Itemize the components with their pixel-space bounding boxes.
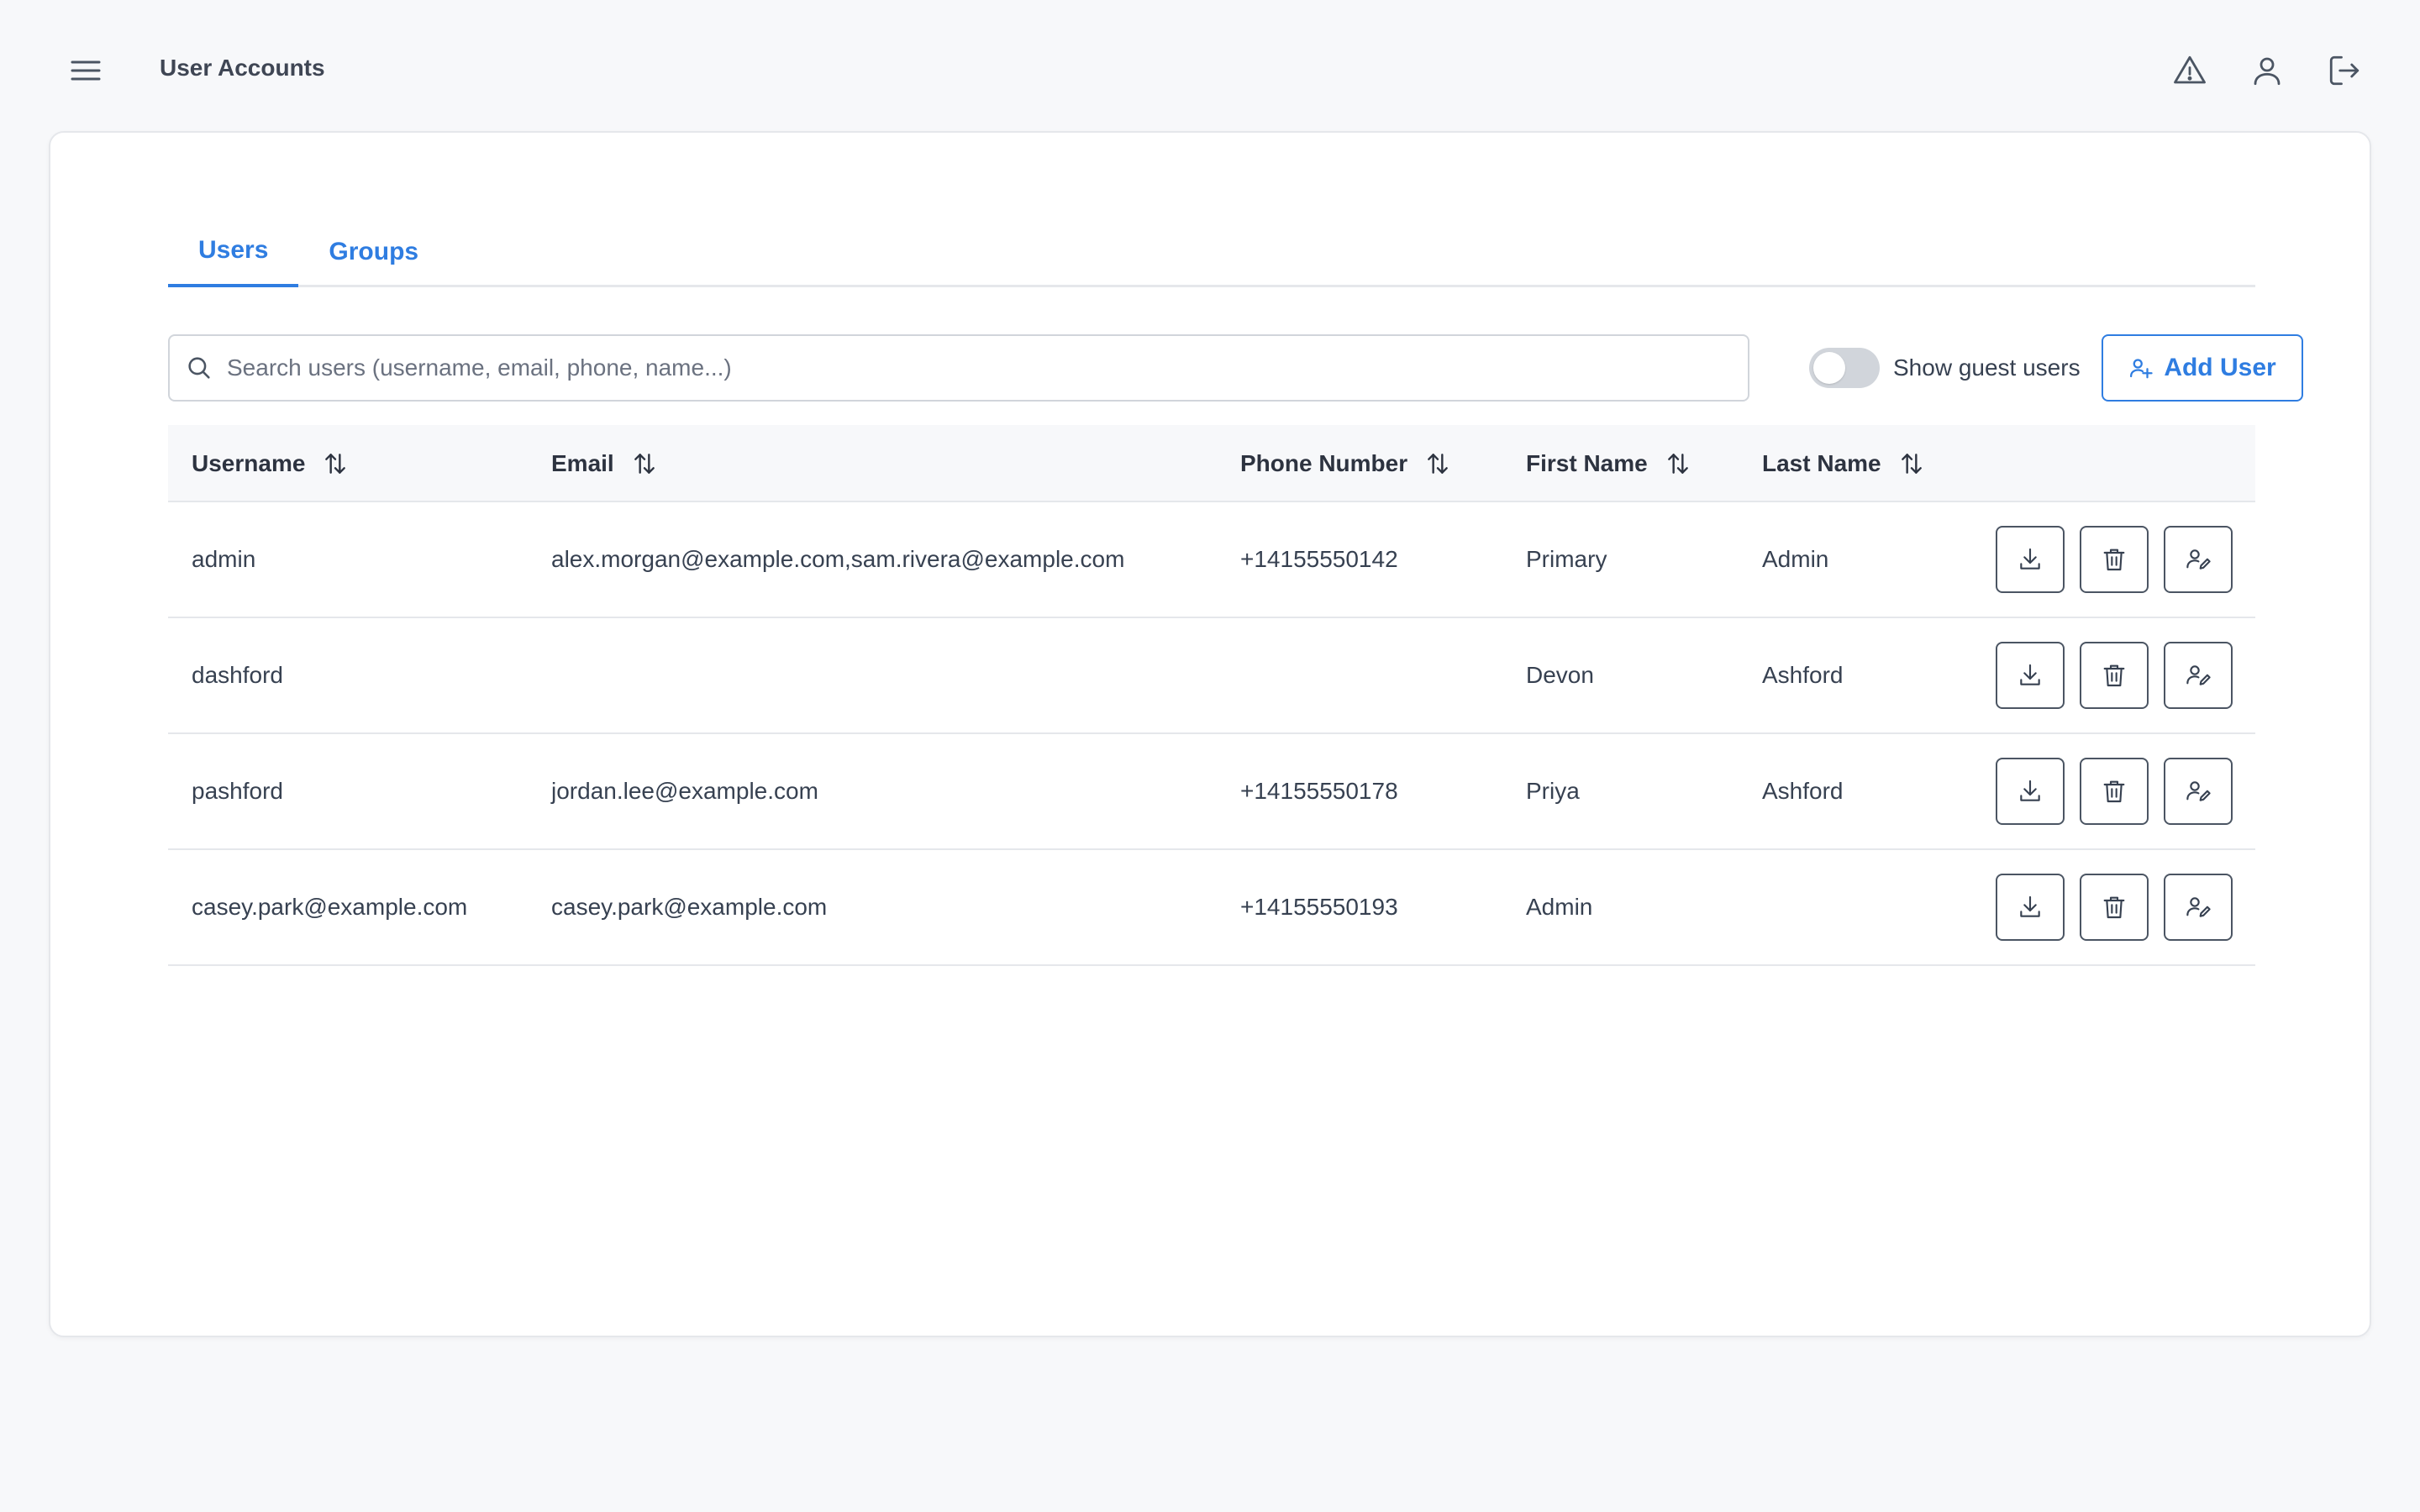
add-user-label: Add User <box>2164 354 2275 382</box>
edit-user-icon <box>2185 662 2212 689</box>
row-actions <box>1996 758 2233 825</box>
column-label: Phone Number <box>1240 450 1407 477</box>
table-row: admin alex.morgan@example.com,sam.rivera… <box>168 502 2255 618</box>
logout-button[interactable] <box>2323 49 2366 92</box>
delete-button[interactable] <box>2080 758 2149 825</box>
cell-username: admin <box>192 502 255 617</box>
cell-last-name: Ashford <box>1762 618 1844 732</box>
table-row: casey.park@example.com casey.park@exampl… <box>168 850 2255 966</box>
add-user-button[interactable]: Add User <box>2102 334 2303 402</box>
column-label: Last Name <box>1762 450 1881 477</box>
cell-email: casey.park@example.com <box>551 850 827 964</box>
show-guest-users-label: Show guest users <box>1893 354 2081 381</box>
menu-icon <box>71 59 101 82</box>
download-button[interactable] <box>1996 642 2065 709</box>
cell-first-name: Devon <box>1526 618 1594 732</box>
table-header: Username Email Phone Number First Name L… <box>168 425 2255 502</box>
cell-first-name: Priya <box>1526 734 1580 848</box>
page-title: User Accounts <box>160 52 325 84</box>
download-icon <box>2017 894 2044 921</box>
trash-icon <box>2101 662 2128 689</box>
column-header-username[interactable]: Username <box>192 425 349 502</box>
menu-button[interactable] <box>64 52 108 89</box>
trash-icon <box>2101 546 2128 573</box>
logout-icon <box>2327 53 2362 88</box>
column-header-first-name[interactable]: First Name <box>1526 425 1691 502</box>
cell-last-name: Admin <box>1762 502 1828 617</box>
tab-groups[interactable]: Groups <box>298 217 450 287</box>
search-input[interactable] <box>227 339 1748 397</box>
cell-phone: +14155550193 <box>1240 850 1398 964</box>
cell-username: pashford <box>192 734 283 848</box>
cell-first-name: Admin <box>1526 850 1592 964</box>
row-actions <box>1996 526 2233 593</box>
show-guest-users-toggle[interactable] <box>1809 348 1880 388</box>
cell-last-name: Ashford <box>1762 734 1844 848</box>
download-button[interactable] <box>1996 874 2065 941</box>
top-bar: User Accounts <box>0 0 2420 134</box>
edit-user-icon <box>2185 894 2212 921</box>
delete-button[interactable] <box>2080 874 2149 941</box>
toolbar: Show guest users Add User <box>168 334 2255 402</box>
sort-icon <box>1665 449 1691 478</box>
search-icon <box>185 354 213 382</box>
users-table: Username Email Phone Number First Name L… <box>168 425 2255 966</box>
table-row: pashford jordan.lee@example.com +1415555… <box>168 734 2255 850</box>
sort-icon <box>322 449 349 478</box>
main-card: Users Groups Show guest users Add User <box>49 131 2371 1337</box>
column-label: Email <box>551 450 614 477</box>
edit-user-button[interactable] <box>2164 874 2233 941</box>
column-header-phone-number[interactable]: Phone Number <box>1240 425 1451 502</box>
row-actions <box>1996 874 2233 941</box>
table-row: dashford Devon Ashford <box>168 618 2255 734</box>
download-button[interactable] <box>1996 758 2065 825</box>
sort-icon <box>1898 449 1925 478</box>
column-header-last-name[interactable]: Last Name <box>1762 425 1925 502</box>
column-header-email[interactable]: Email <box>551 425 658 502</box>
cell-username: casey.park@example.com <box>192 850 467 964</box>
toggle-knob <box>1813 352 1845 384</box>
add-user-icon <box>2128 355 2154 381</box>
trash-icon <box>2101 778 2128 805</box>
sort-icon <box>631 449 658 478</box>
user-icon <box>2249 53 2285 88</box>
cell-first-name: Primary <box>1526 502 1607 617</box>
download-button[interactable] <box>1996 526 2065 593</box>
trash-icon <box>2101 894 2128 921</box>
tab-users[interactable]: Users <box>168 217 298 287</box>
sort-icon <box>1424 449 1451 478</box>
edit-user-button[interactable] <box>2164 642 2233 709</box>
cell-phone: +14155550178 <box>1240 734 1398 848</box>
cell-email: jordan.lee@example.com <box>551 734 818 848</box>
download-icon <box>2017 778 2044 805</box>
cell-email: alex.morgan@example.com,sam.rivera@examp… <box>551 502 1124 617</box>
search-box <box>168 334 1749 402</box>
alerts-button[interactable] <box>2168 49 2212 92</box>
alert-icon <box>2172 53 2207 88</box>
delete-button[interactable] <box>2080 526 2149 593</box>
guest-toggle-group: Show guest users <box>1809 343 2081 393</box>
column-label: Username <box>192 450 305 477</box>
column-label: First Name <box>1526 450 1648 477</box>
profile-button[interactable] <box>2245 49 2289 92</box>
download-icon <box>2017 546 2044 573</box>
tab-bar: Users Groups <box>168 217 2255 287</box>
download-icon <box>2017 662 2044 689</box>
row-actions <box>1996 642 2233 709</box>
edit-user-button[interactable] <box>2164 526 2233 593</box>
edit-user-icon <box>2185 778 2212 805</box>
cell-phone: +14155550142 <box>1240 502 1398 617</box>
header-actions <box>2168 49 2366 92</box>
delete-button[interactable] <box>2080 642 2149 709</box>
edit-user-button[interactable] <box>2164 758 2233 825</box>
edit-user-icon <box>2185 546 2212 573</box>
cell-username: dashford <box>192 618 283 732</box>
